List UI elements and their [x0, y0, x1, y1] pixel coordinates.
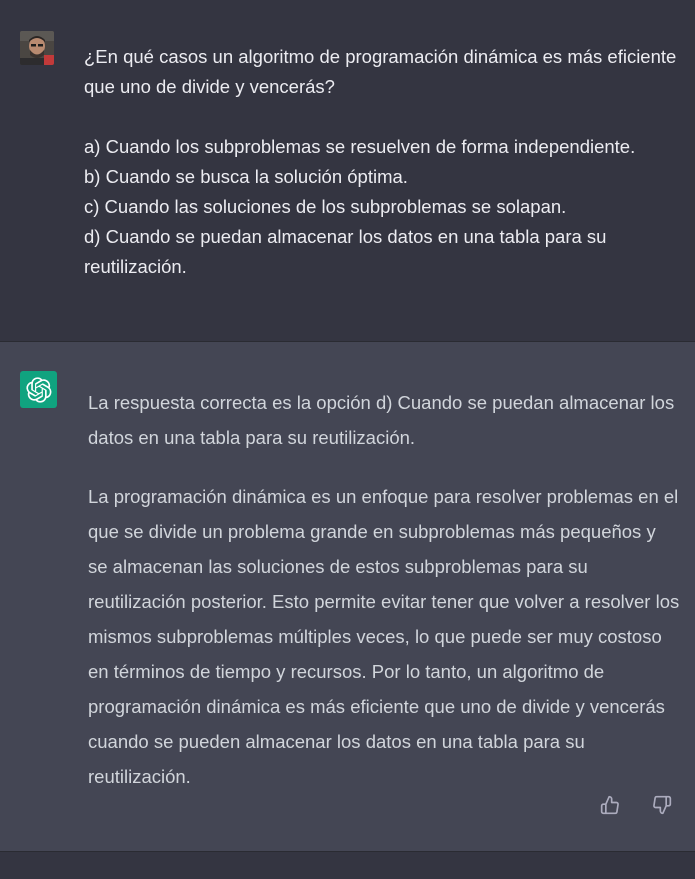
thumbs-up-icon — [600, 795, 619, 815]
user-message: ¿En qué casos un algoritmo de programaci… — [0, 0, 695, 342]
thumbs-down-button[interactable] — [651, 794, 673, 816]
user-avatar-icon — [20, 31, 54, 65]
assistant-message: La respuesta correcta es la opción d) Cu… — [0, 342, 695, 851]
answer-paragraph: La respuesta correcta es la opción d) Cu… — [88, 392, 675, 448]
assistant-message-content: La respuesta correcta es la opción d) Cu… — [88, 385, 680, 818]
thumbs-down-icon — [653, 795, 672, 815]
openai-logo-icon — [20, 371, 57, 408]
user-avatar — [20, 31, 54, 65]
thumbs-up-button[interactable] — [599, 794, 621, 816]
conversation-footer — [0, 851, 695, 879]
feedback-buttons — [599, 794, 673, 816]
answer-paragraph: La programación dinámica es un enfoque p… — [88, 486, 680, 787]
user-message-text: ¿En qué casos un algoritmo de programaci… — [84, 46, 677, 277]
